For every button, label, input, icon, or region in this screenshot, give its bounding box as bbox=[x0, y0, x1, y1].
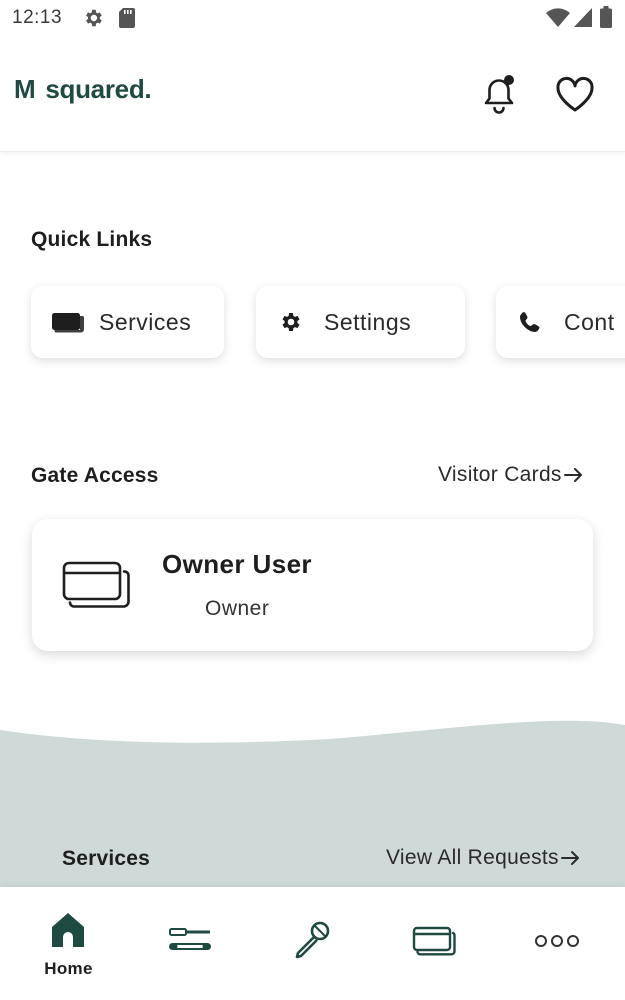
arrow-right-icon bbox=[560, 851, 579, 865]
quick-links-row: Services Settings Cont bbox=[0, 284, 625, 364]
view-all-requests-link[interactable]: View All Requests bbox=[386, 846, 581, 870]
visitor-cards-label: Visitor Cards bbox=[438, 463, 562, 486]
cards-icon bbox=[62, 561, 130, 608]
phone-icon bbox=[520, 312, 540, 332]
status-bar: 12:13 bbox=[0, 0, 625, 36]
gear-icon bbox=[86, 9, 102, 27]
tools-icon bbox=[169, 928, 211, 950]
bell-icon[interactable] bbox=[478, 72, 520, 116]
logo-wordmark: squared. bbox=[45, 74, 152, 104]
nav-access-cards[interactable] bbox=[372, 887, 497, 1000]
view-all-requests-label: View All Requests bbox=[386, 846, 559, 869]
heart-icon[interactable] bbox=[553, 72, 597, 116]
gear-icon bbox=[282, 313, 300, 331]
quick-links-title: Quick Links bbox=[31, 228, 153, 251]
battery-icon bbox=[600, 6, 612, 28]
app-logo: Msquared. bbox=[14, 74, 152, 105]
app-header: Msquared. bbox=[0, 36, 625, 152]
home-icon bbox=[52, 913, 84, 947]
home-screen: 12:13 Msquared. Quick Links Services Set… bbox=[0, 0, 625, 1000]
nav-more[interactable] bbox=[494, 887, 619, 1000]
gate-access-title: Gate Access bbox=[31, 464, 159, 487]
quick-link-label: Settings bbox=[324, 308, 412, 335]
logo-m: M bbox=[14, 74, 36, 104]
quick-link-services[interactable]: Services bbox=[31, 286, 224, 358]
owner-role: Owner bbox=[205, 597, 270, 620]
sd-card-icon bbox=[119, 8, 135, 28]
quick-link-settings[interactable]: Settings bbox=[256, 286, 465, 358]
quick-link-label: Services bbox=[99, 308, 192, 335]
bottom-navigation: Home bbox=[0, 887, 625, 1000]
card-icon bbox=[52, 313, 84, 333]
nav-announcements[interactable] bbox=[250, 887, 375, 1000]
signal-icon bbox=[574, 8, 592, 27]
quick-link-contact[interactable]: Cont bbox=[496, 286, 625, 358]
nav-home[interactable]: Home bbox=[6, 887, 131, 1000]
wifi-icon bbox=[546, 8, 570, 27]
owner-access-card[interactable]: Owner User Owner bbox=[32, 519, 593, 651]
microphone-icon bbox=[295, 921, 330, 959]
cards-icon bbox=[412, 926, 456, 956]
arrow-right-icon bbox=[563, 468, 582, 482]
quick-link-label: Cont bbox=[564, 308, 615, 335]
nav-services[interactable] bbox=[128, 887, 253, 1000]
visitor-cards-link[interactable]: Visitor Cards bbox=[438, 463, 584, 487]
owner-name: Owner User bbox=[162, 549, 312, 579]
nav-home-label: Home bbox=[44, 959, 93, 978]
services-title: Services bbox=[62, 847, 151, 870]
status-time: 12:13 bbox=[12, 7, 63, 28]
more-icon bbox=[535, 935, 579, 947]
